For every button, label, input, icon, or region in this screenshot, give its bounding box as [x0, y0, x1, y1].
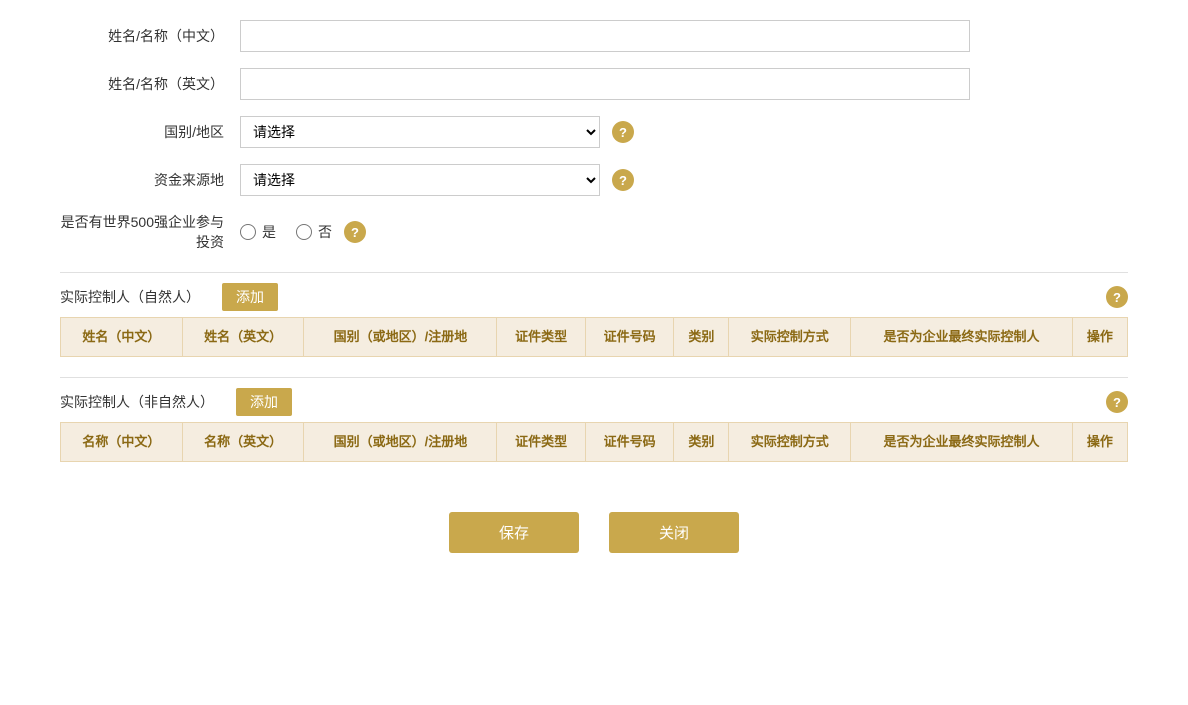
- divider-1: [60, 272, 1128, 273]
- non-natural-person-add-button[interactable]: 添加: [236, 388, 292, 416]
- non-natural-person-table: 名称（中文） 名称（英文） 国别（或地区）/注册地 证件类型 证件号码 类别 实…: [60, 422, 1128, 462]
- np-col-name-cn: 姓名（中文）: [61, 318, 183, 357]
- radio-no[interactable]: 否: [296, 222, 332, 242]
- np-col-cert-type: 证件类型: [497, 318, 585, 357]
- radio-yes[interactable]: 是: [240, 222, 276, 242]
- non-natural-person-section-header: 实际控制人（非自然人） 添加 ?: [60, 388, 1128, 416]
- fund-source-label: 资金来源地: [60, 170, 240, 190]
- nnp-col-country: 国别（或地区）/注册地: [304, 423, 497, 462]
- fortune500-radio-group: 是 否: [240, 222, 332, 242]
- np-col-category: 类别: [674, 318, 729, 357]
- fortune500-label: 是否有世界500强企业参与投资: [60, 212, 240, 252]
- divider-2: [60, 377, 1128, 378]
- save-button[interactable]: 保存: [449, 512, 579, 553]
- fund-source-select[interactable]: 请选择: [240, 164, 600, 196]
- nnp-col-cert-num: 证件号码: [585, 423, 673, 462]
- nnp-col-cert-type: 证件类型: [497, 423, 585, 462]
- close-button[interactable]: 关闭: [609, 512, 739, 553]
- nnp-col-is-final: 是否为企业最终实际控制人: [851, 423, 1073, 462]
- name-cn-label: 姓名/名称（中文）: [60, 26, 240, 46]
- nnp-col-name-cn: 名称（中文）: [61, 423, 183, 462]
- country-label: 国别/地区: [60, 122, 240, 142]
- nnp-col-action: 操作: [1072, 423, 1127, 462]
- nnp-col-category: 类别: [674, 423, 729, 462]
- name-en-label: 姓名/名称（英文）: [60, 74, 240, 94]
- nnp-col-name-en: 名称（英文）: [182, 423, 304, 462]
- nnp-col-control-method: 实际控制方式: [729, 423, 851, 462]
- country-select[interactable]: 请选择: [240, 116, 600, 148]
- non-natural-person-header-row: 名称（中文） 名称（英文） 国别（或地区）/注册地 证件类型 证件号码 类别 实…: [61, 423, 1128, 462]
- np-col-cert-num: 证件号码: [585, 318, 673, 357]
- non-natural-person-help-icon[interactable]: ?: [1106, 391, 1128, 413]
- fund-source-help-icon[interactable]: ?: [612, 169, 634, 191]
- country-help-icon[interactable]: ?: [612, 121, 634, 143]
- np-col-action: 操作: [1072, 318, 1127, 357]
- np-col-control-method: 实际控制方式: [729, 318, 851, 357]
- natural-person-section-header: 实际控制人（自然人） 添加 ?: [60, 283, 1128, 311]
- bottom-buttons: 保存 关闭: [60, 512, 1128, 583]
- natural-person-help-icon[interactable]: ?: [1106, 286, 1128, 308]
- natural-person-header-row: 姓名（中文） 姓名（英文） 国别（或地区）/注册地 证件类型 证件号码 类别 实…: [61, 318, 1128, 357]
- fortune500-help-icon[interactable]: ?: [344, 221, 366, 243]
- radio-no-input[interactable]: [296, 224, 312, 240]
- np-col-is-final: 是否为企业最终实际控制人: [851, 318, 1073, 357]
- radio-no-label: 否: [318, 222, 332, 242]
- np-col-name-en: 姓名（英文）: [182, 318, 304, 357]
- natural-person-table: 姓名（中文） 姓名（英文） 国别（或地区）/注册地 证件类型 证件号码 类别 实…: [60, 317, 1128, 357]
- name-cn-input[interactable]: [240, 20, 970, 52]
- non-natural-person-title: 实际控制人（非自然人）: [60, 392, 214, 412]
- radio-yes-label: 是: [262, 222, 276, 242]
- natural-person-title: 实际控制人（自然人）: [60, 287, 200, 307]
- name-en-input[interactable]: [240, 68, 970, 100]
- radio-yes-input[interactable]: [240, 224, 256, 240]
- np-col-country: 国别（或地区）/注册地: [304, 318, 497, 357]
- natural-person-add-button[interactable]: 添加: [222, 283, 278, 311]
